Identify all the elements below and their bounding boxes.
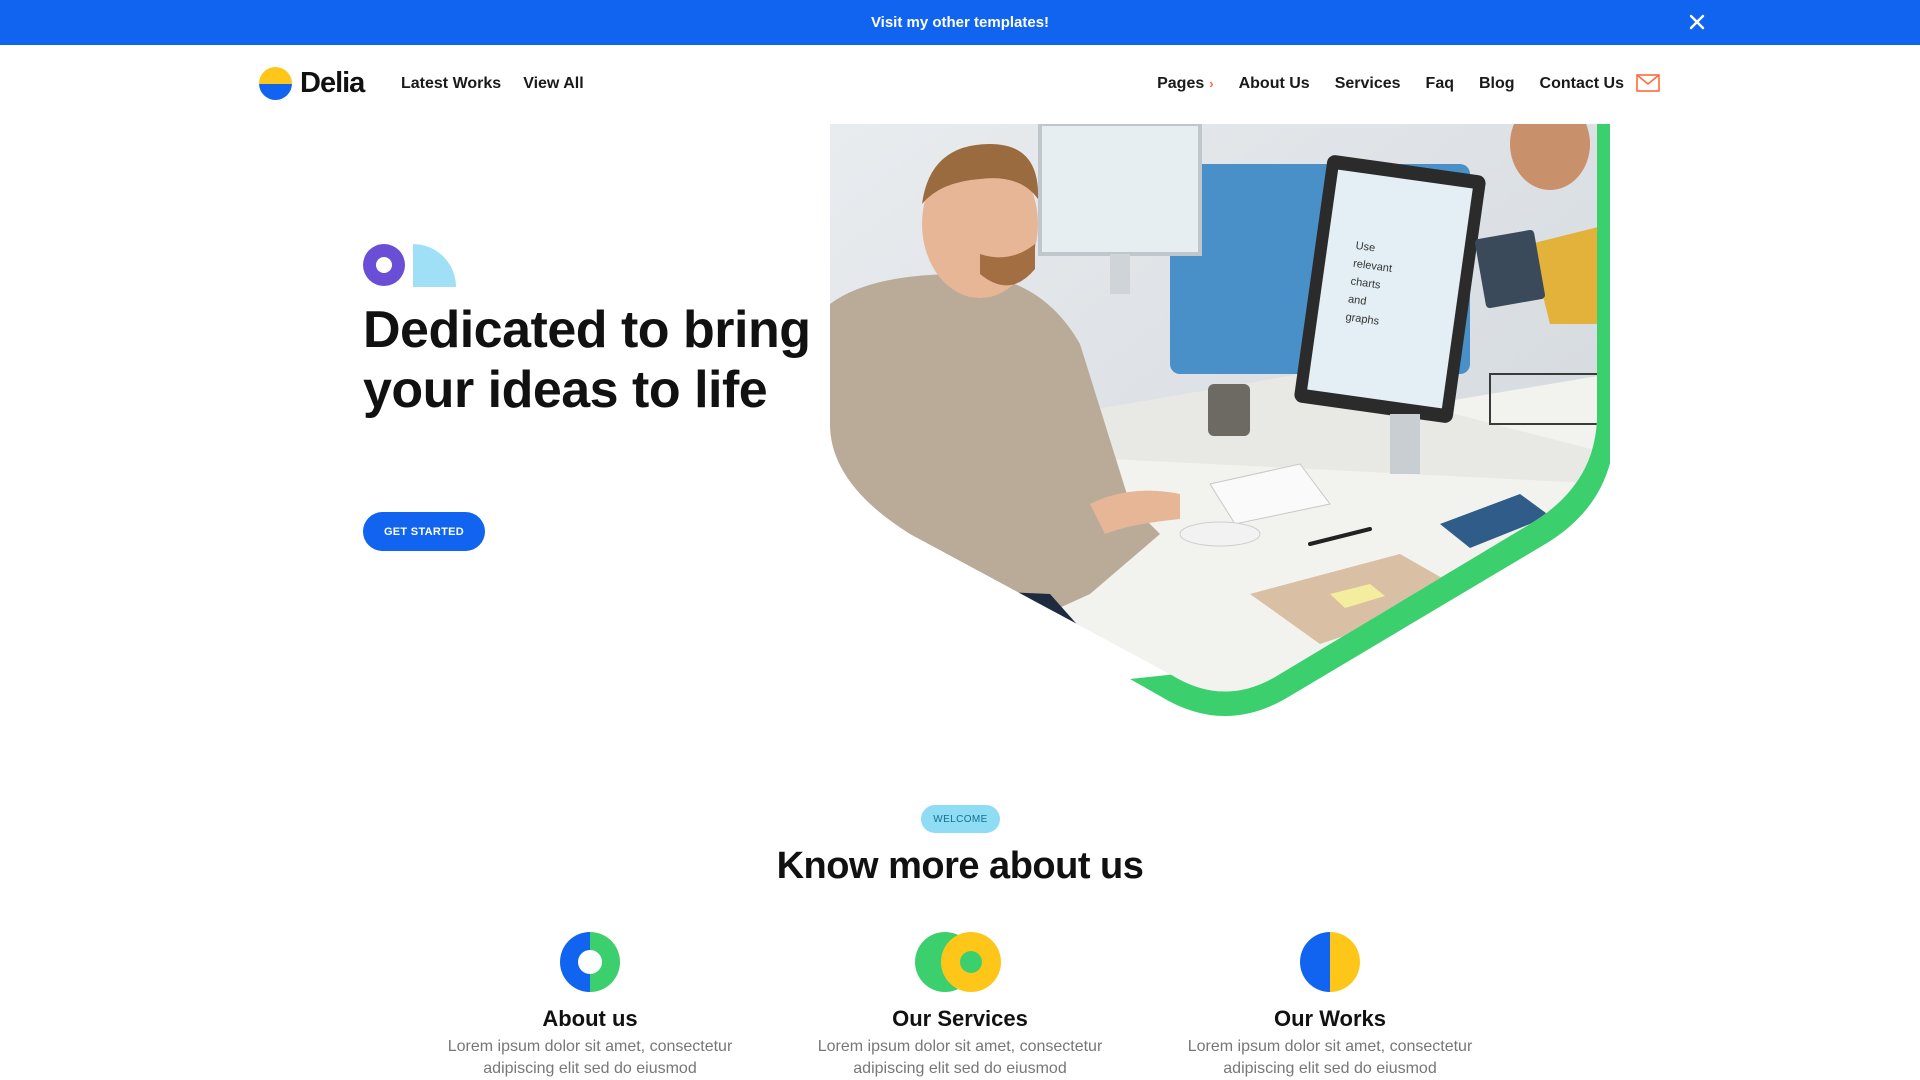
overlapping-circles-icon xyxy=(915,932,1001,992)
brand-name: Delia xyxy=(300,67,365,99)
feature-title: About us xyxy=(542,1006,638,1031)
hero-title: Dedicated to bring your ideas to life xyxy=(363,301,811,419)
feature-about-us: About us Lorem ipsum dolor sit amet, con… xyxy=(420,930,760,1080)
feature-title: Our Services xyxy=(892,1006,1028,1031)
feature-text: Lorem ipsum dolor sit amet, consectetur … xyxy=(817,1038,1103,1077)
nav-pages[interactable]: Pages › xyxy=(1157,75,1213,93)
nav-contact-us[interactable]: Contact Us xyxy=(1540,75,1624,93)
nav-right: Pages › About Us Services Faq Blog Contac… xyxy=(1157,75,1624,93)
feature-text: Lorem ipsum dolor sit amet, consectetur … xyxy=(1187,1038,1473,1077)
nav-blog[interactable]: Blog xyxy=(1479,75,1515,93)
nav-faq[interactable]: Faq xyxy=(1426,75,1454,93)
section-title: Know more about us xyxy=(776,845,1144,887)
feature-title: Our Works xyxy=(1273,1006,1387,1031)
donut-icon xyxy=(560,932,620,992)
chevron-right-icon: › xyxy=(1209,76,1214,91)
get-started-button[interactable]: GET STARTED xyxy=(363,512,485,551)
nav-services[interactable]: Services xyxy=(1335,75,1401,93)
nav-about-us[interactable]: About Us xyxy=(1239,75,1310,93)
feature-text: Lorem ipsum dolor sit amet, consectetur … xyxy=(447,1038,733,1077)
decorative-shapes-icon xyxy=(363,244,456,287)
logo-icon xyxy=(259,67,292,100)
feature-our-works: Our Works Lorem ipsum dolor sit amet, co… xyxy=(1160,930,1500,1080)
feature-our-services: Our Services Lorem ipsum dolor sit amet,… xyxy=(790,930,1130,1080)
logo[interactable]: Delia xyxy=(259,67,365,100)
promo-text[interactable]: Visit my other templates! xyxy=(871,14,1049,31)
nav-latest-works[interactable]: Latest Works xyxy=(401,75,501,93)
office-worker-photo: Use relevant charts and graphs xyxy=(830,124,1610,716)
nav-left: Latest Works View All xyxy=(401,75,584,93)
welcome-badge: WELCOME xyxy=(921,805,1000,833)
split-circle-icon xyxy=(1300,932,1360,992)
close-icon[interactable] xyxy=(1686,11,1708,33)
nav-pages-label: Pages xyxy=(1157,75,1205,92)
site-header: Delia Latest Works View All Pages › About… xyxy=(0,45,1920,125)
svg-text:and: and xyxy=(1347,293,1367,307)
promo-bar[interactable]: Visit my other templates! xyxy=(0,0,1920,45)
mail-icon[interactable] xyxy=(1636,74,1660,92)
nav-view-all[interactable]: View All xyxy=(523,75,583,93)
